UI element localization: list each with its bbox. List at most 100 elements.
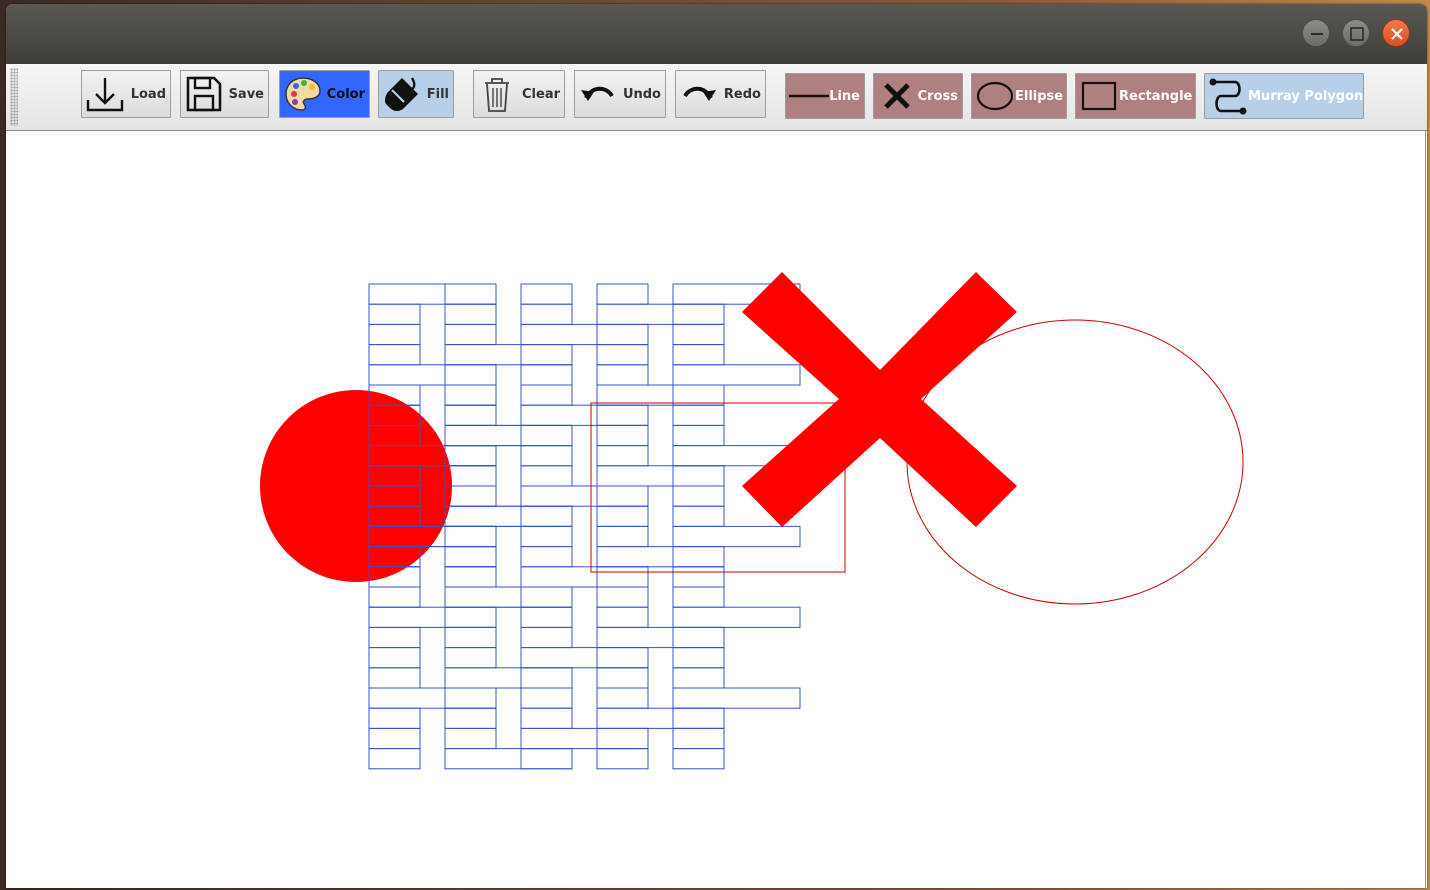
murray-segment xyxy=(444,566,497,588)
ellipse-label: Ellipse xyxy=(1015,88,1064,104)
murray-segment xyxy=(672,707,725,729)
murray-segment xyxy=(368,586,421,608)
murray-segment xyxy=(672,687,801,709)
murray-segment xyxy=(596,424,649,447)
toolbar: Load Save Color Fill Clear Undo Redo Lin… xyxy=(6,64,1427,131)
clear-label: Clear xyxy=(522,86,560,102)
murray-segment xyxy=(672,586,725,608)
murray-segment xyxy=(444,505,573,527)
murray-segment xyxy=(520,606,573,628)
murray-segment xyxy=(596,606,649,628)
cross-tool-button[interactable]: Cross xyxy=(873,73,963,119)
fill-button[interactable]: Fill xyxy=(378,70,454,118)
murray-segment xyxy=(596,667,649,689)
murray-segment xyxy=(444,546,497,568)
murray-segment xyxy=(444,404,497,426)
murray-segment xyxy=(596,525,649,548)
murray-segment xyxy=(672,505,725,527)
murray-segment xyxy=(444,748,573,770)
murray-segment xyxy=(520,546,573,568)
floppy-disk-icon xyxy=(186,76,222,112)
undo-button[interactable]: Undo xyxy=(574,70,666,118)
murray-segment xyxy=(368,626,421,649)
murray-segment xyxy=(520,647,649,669)
murray-segment xyxy=(520,283,573,305)
murray-segment xyxy=(596,505,649,527)
clear-button[interactable]: Clear xyxy=(473,70,565,118)
murray-segment xyxy=(672,424,725,447)
murray-polygon-icon xyxy=(1209,78,1247,115)
line-tool-button[interactable]: Line xyxy=(785,73,865,119)
murray-segment xyxy=(444,505,573,527)
murray-segment xyxy=(520,303,573,325)
murray-segment xyxy=(444,485,497,507)
murray-segment xyxy=(444,566,497,588)
murray-segment xyxy=(520,344,573,366)
murray-segment xyxy=(520,748,573,770)
murray-segment xyxy=(596,647,649,669)
paint-bucket-icon xyxy=(384,77,418,111)
murray-segment xyxy=(596,323,649,346)
fill-label: Fill xyxy=(426,86,449,102)
load-button[interactable]: Load xyxy=(81,70,171,118)
line-label: Line xyxy=(829,88,860,104)
murray-segment xyxy=(444,687,497,709)
undo-icon xyxy=(581,86,614,101)
murray-segment xyxy=(520,667,573,689)
murray-segment xyxy=(672,626,725,649)
close-button[interactable] xyxy=(1382,19,1410,47)
murray-polygon-tool-button[interactable]: Murray Polygon xyxy=(1204,73,1364,119)
ellipse-tool-button[interactable]: Ellipse xyxy=(971,73,1067,119)
murray-segment xyxy=(672,323,725,346)
murray-segment xyxy=(444,465,497,487)
ellipse-icon xyxy=(976,81,1014,111)
load-label: Load xyxy=(130,86,166,102)
murray-segment xyxy=(368,748,421,770)
murray-segment xyxy=(520,566,649,588)
murray-segment xyxy=(444,465,497,487)
rectangle-tool-button[interactable]: Rectangle xyxy=(1075,73,1196,119)
murray-segment xyxy=(596,687,649,709)
murray-segment xyxy=(596,707,725,729)
murray-segment xyxy=(444,445,497,467)
murray-segment xyxy=(444,586,573,608)
murray-segment xyxy=(444,525,497,548)
rectangle-label: Rectangle xyxy=(1119,88,1193,104)
murray-segment xyxy=(444,384,497,406)
murray-segment xyxy=(520,485,649,507)
minimize-button[interactable] xyxy=(1302,19,1330,47)
maximize-button[interactable] xyxy=(1342,19,1370,47)
murray-segment xyxy=(520,424,573,447)
murray-segment xyxy=(520,384,573,406)
murray-segment xyxy=(596,586,649,608)
murray-segment xyxy=(368,344,421,366)
trash-icon xyxy=(485,78,509,112)
murray-segment xyxy=(520,323,649,346)
murray-segment xyxy=(672,404,725,426)
murray-segment xyxy=(596,283,649,305)
undo-label: Undo xyxy=(622,86,661,102)
murray-segment xyxy=(596,445,649,467)
murray-segment xyxy=(520,505,573,527)
redo-icon xyxy=(683,86,716,101)
murray-segment xyxy=(444,525,497,548)
murray-segment xyxy=(672,566,725,588)
murray-segment xyxy=(520,404,649,426)
drawing-canvas[interactable] xyxy=(6,131,1426,888)
redo-button[interactable]: Redo xyxy=(675,70,766,118)
color-button[interactable]: Color xyxy=(279,70,370,118)
murray-segment xyxy=(596,364,649,386)
murray-segment xyxy=(444,424,573,447)
murray-segment xyxy=(444,727,497,750)
murray-segment xyxy=(368,586,421,608)
murray-segment xyxy=(520,707,573,729)
save-label: Save xyxy=(228,86,264,102)
murray-segment xyxy=(444,647,497,669)
murray-segment xyxy=(444,586,573,608)
murray-segment xyxy=(368,303,421,325)
murray-segment xyxy=(672,485,725,507)
save-button[interactable]: Save xyxy=(180,70,269,118)
murray-segment xyxy=(596,485,649,507)
toolbar-grip[interactable] xyxy=(10,68,18,126)
cross-label: Cross xyxy=(917,88,958,104)
